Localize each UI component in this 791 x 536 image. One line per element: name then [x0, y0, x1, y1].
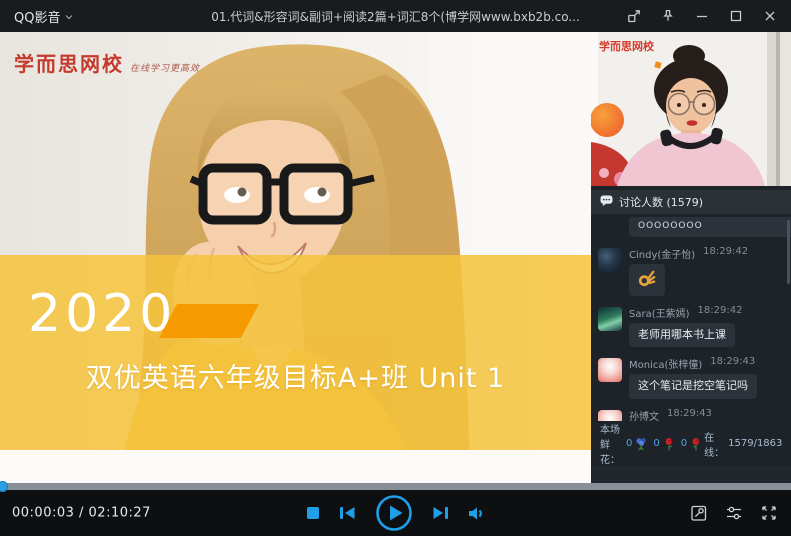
message-bubble: 这个笔记是挖空笔记吗 — [629, 374, 757, 398]
chat-message-list: OOOOOOOO Cindy(金子怡) 18:29:42 Sara(王紫嫣) 1… — [591, 214, 791, 421]
banner-year: 2020 — [28, 284, 176, 344]
course-title: 双优英语六年级目标A+班 Unit 1 — [0, 356, 591, 395]
brand-row: 学而思网校 在线学习更高效 — [14, 48, 200, 77]
message-content: 孙博文 18:29:43 牛x — [629, 408, 712, 421]
online-count: 1579/1863 — [728, 438, 782, 449]
chat-bubble-icon — [600, 195, 613, 209]
toolbox-icon[interactable] — [690, 504, 708, 522]
pin-icon[interactable] — [651, 0, 685, 32]
video-display[interactable]: 学而思网校 在线学习更高效 2020 双优英语六年级目标A+班 Unit 1 — [0, 32, 591, 483]
red-rose-icon — [690, 437, 702, 451]
teacher-webcam: 学而思网校 — [591, 32, 791, 190]
flower-count: 0 — [626, 438, 632, 449]
chat-header-label: 讨论人数 (1579) — [619, 194, 703, 210]
stop-button[interactable] — [306, 506, 320, 520]
playback-controls — [306, 494, 486, 532]
volume-button[interactable] — [468, 506, 486, 521]
message-content: Cindy(金子怡) 18:29:42 — [629, 246, 748, 296]
maximize-button[interactable] — [719, 0, 753, 32]
message-content: Monica(张梓僮) 18:29:43 这个笔记是挖空笔记吗 — [629, 356, 757, 398]
window-controls — [617, 0, 791, 32]
teacher-webcam-illustration: 学而思网校 — [591, 32, 791, 186]
message-content: OOOOOOOO — [629, 217, 791, 237]
chat-message: OOOOOOOO — [598, 217, 783, 237]
chat-message: Sara(王紫嫣) 18:29:42 老师用哪本书上课 — [598, 305, 783, 347]
message-author: Sara(王紫嫣) — [629, 305, 690, 320]
message-timestamp: 18:29:43 — [667, 408, 712, 421]
avatar — [598, 307, 622, 331]
message-timestamp: 18:29:42 — [698, 305, 743, 320]
app-name: QQ影音 — [14, 7, 60, 26]
red-rose-icon — [663, 437, 675, 451]
message-author: Monica(张梓僮) — [629, 356, 702, 371]
play-button[interactable] — [375, 494, 413, 532]
chat-scrollbar[interactable] — [787, 220, 790, 284]
fullscreen-icon[interactable] — [760, 504, 778, 522]
playlist-settings-icon[interactable] — [725, 504, 743, 522]
next-button[interactable] — [432, 506, 449, 520]
message-timestamp: 18:29:42 — [703, 246, 748, 261]
message-bubble: 老师用哪本书上课 — [629, 323, 735, 347]
title-bar: QQ影音 01.代词&形容词&副词+阅读2篇+词汇8个(博学网www.bxb2b… — [0, 0, 791, 32]
webcam-brand-logo: 学而思网校 — [599, 39, 655, 53]
time-display: 00:00:03 / 02:10:27 — [12, 506, 151, 521]
app-menu-button[interactable]: QQ影音 — [0, 7, 83, 26]
message-content: Sara(王紫嫣) 18:29:42 老师用哪本书上课 — [629, 305, 742, 347]
brand-logo: 学而思网校 — [14, 48, 124, 77]
flower-count: 0 — [681, 438, 687, 449]
blue-bouquet-icon — [635, 437, 647, 451]
window-title: 01.代词&形容词&副词+阅读2篇+词汇8个(博学网www.bxb2b.co..… — [211, 8, 580, 25]
avatar — [598, 248, 622, 272]
avatar — [598, 358, 622, 382]
message-bubble: OOOOOOOO — [629, 217, 791, 237]
seek-bar[interactable] — [0, 483, 791, 490]
message-author: 孙博文 — [629, 408, 659, 421]
player-control-bar: 00:00:03 / 02:10:27 — [0, 490, 791, 536]
chat-message: Monica(张梓僮) 18:29:43 这个笔记是挖空笔记吗 — [598, 356, 783, 398]
previous-button[interactable] — [339, 506, 356, 520]
content-area: 学而思网校 在线学习更高效 2020 双优英语六年级目标A+班 Unit 1 — [0, 32, 791, 483]
chevron-down-icon — [65, 9, 73, 24]
flowers-label: 本场鲜花： — [600, 421, 620, 466]
qq-player-window: QQ影音 01.代词&形容词&副词+阅读2篇+词汇8个(博学网www.bxb2b… — [0, 0, 791, 536]
sidebar: 学而思网校 讨论人数 (1579) OOOOOOOO — [591, 32, 791, 483]
avatar — [598, 410, 622, 421]
chat-message: Cindy(金子怡) 18:29:42 — [598, 246, 783, 296]
message-bubble — [629, 264, 665, 296]
sidebar-bottom-spacer — [591, 466, 791, 483]
toolbar-right — [690, 504, 778, 522]
online-label: 在线： — [704, 429, 724, 459]
close-button[interactable] — [753, 0, 787, 32]
mini-window-icon[interactable] — [617, 0, 651, 32]
message-author: Cindy(金子怡) — [629, 246, 695, 261]
chat-header: 讨论人数 (1579) — [591, 190, 791, 214]
chat-message: 孙博文 18:29:43 牛x — [598, 408, 783, 421]
ok-hand-icon — [638, 269, 656, 287]
minimize-button[interactable] — [685, 0, 719, 32]
flowers-status-bar: 本场鲜花： 0 0 0 在线： 1579/1863 — [591, 421, 791, 466]
message-timestamp: 18:29:43 — [710, 356, 755, 371]
flower-count: 0 — [653, 438, 659, 449]
glasses — [191, 168, 374, 220]
brand-tagline: 在线学习更高效 — [130, 61, 200, 74]
